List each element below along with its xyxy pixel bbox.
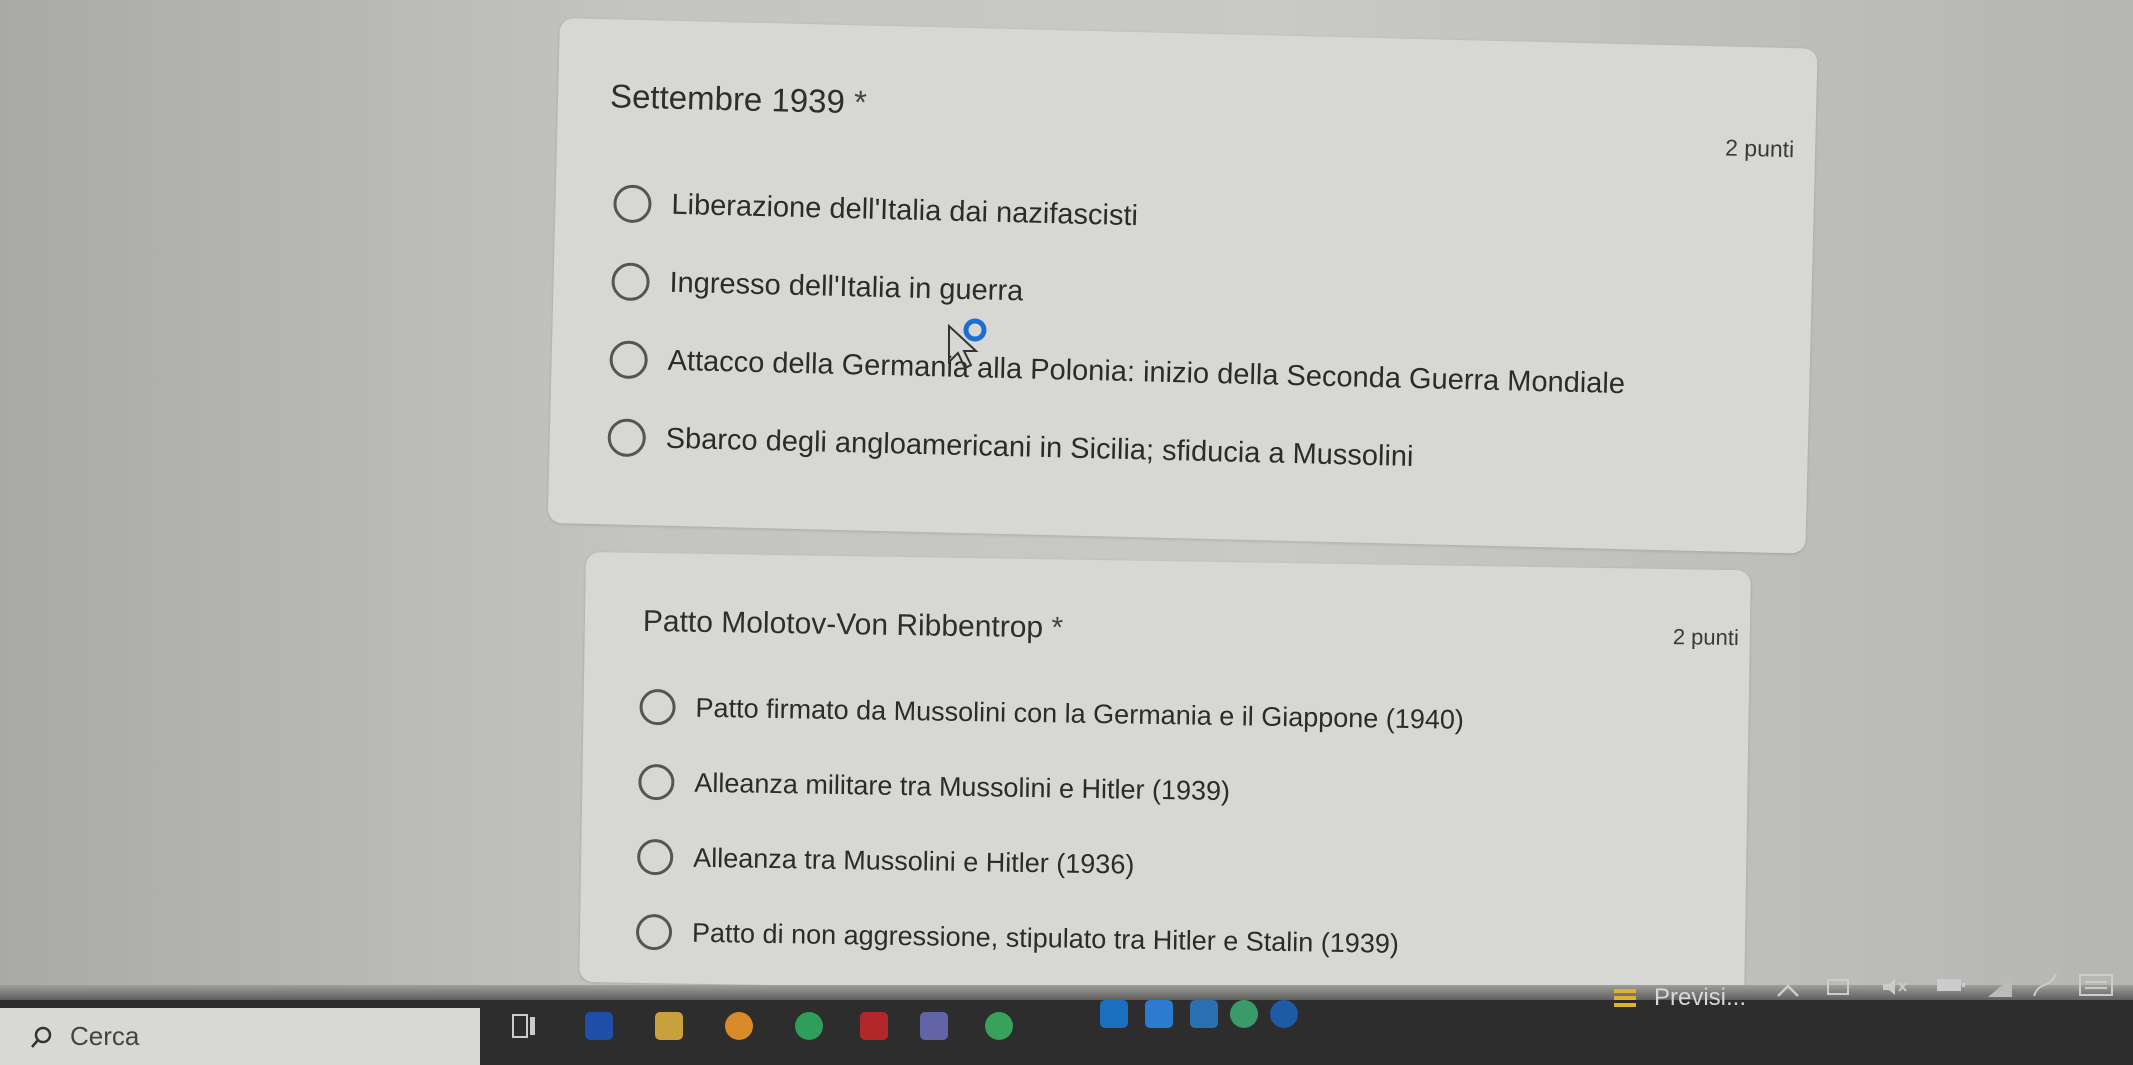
radio-button[interactable] (609, 340, 649, 380)
required-marker: * (853, 83, 868, 121)
radio-button[interactable] (639, 688, 676, 726)
option-ingresso-guerra[interactable]: Ingresso dell'Italia in guerra (611, 262, 1024, 310)
radio-button[interactable] (607, 418, 647, 458)
notifications-icon[interactable] (2078, 972, 2114, 1004)
question-title-text: Patto Molotov-Von Ribbentrop (642, 604, 1044, 645)
battery-icon[interactable] (1935, 975, 1967, 1001)
youtube-icon[interactable] (860, 1012, 888, 1040)
volume-muted-icon[interactable] (1880, 975, 1908, 1005)
teams-icon[interactable] (920, 1012, 948, 1040)
mouse-cursor-icon (945, 318, 1005, 383)
radio-button[interactable] (636, 838, 674, 876)
search-icon (31, 1026, 52, 1048)
wifi-icon[interactable] (1985, 975, 2015, 1007)
option-alleanza-1939[interactable]: Alleanza militare tra Mussolini e Hitler… (638, 763, 1231, 809)
option-label: Ingresso dell'Italia in guerra (669, 266, 1024, 307)
option-attacco-polonia[interactable]: Attacco della Germania alla Polonia: ini… (609, 340, 1625, 403)
radio-button[interactable] (638, 763, 675, 801)
option-patto-non-aggressione[interactable]: Patto di non aggressione, stipulato tra … (635, 913, 1400, 962)
question-title-text: Settembre 1939 (609, 77, 846, 120)
question-points: 2 punti (1724, 134, 1795, 163)
app-green-icon[interactable] (795, 1012, 823, 1040)
question-title: Settembre 1939 * (610, 77, 868, 121)
option-label: Patto firmato da Mussolini con la German… (695, 692, 1465, 735)
weather-icon (1614, 989, 1636, 1007)
app-blue-icon[interactable] (1145, 1000, 1173, 1028)
question-card-1: Settembre 1939 * 2 punti Liberazione del… (547, 18, 1818, 554)
search-label: Cerca (70, 1021, 140, 1051)
option-patto-germania-giappone[interactable]: Patto firmato da Mussolini con la German… (639, 688, 1465, 738)
option-sbarco-sicilia[interactable]: Sbarco degli angloamericani in Sicilia; … (607, 418, 1414, 476)
option-label: Alleanza tra Mussolini e Hitler (1936) (692, 842, 1135, 880)
option-label: Sbarco degli angloamericani in Sicilia; … (665, 422, 1414, 473)
option-label: Alleanza militare tra Mussolini e Hitler… (694, 767, 1231, 806)
weather-widget[interactable]: Previsi... (1610, 983, 1746, 1013)
radio-button[interactable] (611, 262, 651, 302)
chrome-icon[interactable] (985, 1012, 1013, 1040)
edge-icon[interactable] (1230, 1000, 1258, 1028)
weather-label: Previsi... (1654, 984, 1747, 1011)
app-store-icon[interactable] (1190, 1000, 1218, 1028)
required-marker: * (1051, 611, 1064, 645)
app-l-icon[interactable] (585, 1012, 613, 1040)
chevron-up-icon[interactable] (1775, 980, 1801, 1006)
taskbar-search[interactable]: Cerca (0, 1008, 480, 1065)
option-label: Patto di non aggressione, stipulato tra … (691, 917, 1400, 959)
question-card-2: Patto Molotov-Von Ribbentrop * 2 punti P… (579, 552, 1751, 1001)
outlook-icon[interactable] (1100, 1000, 1128, 1028)
browser-icon[interactable] (725, 1012, 753, 1040)
task-view-icon[interactable] (510, 1012, 538, 1040)
option-label: Liberazione dell'Italia dai nazifascisti (671, 188, 1139, 232)
radio-button[interactable] (613, 184, 652, 224)
option-alleanza-1936[interactable]: Alleanza tra Mussolini e Hitler (1936) (636, 838, 1135, 883)
question-points: 2 punti (1672, 624, 1740, 651)
radio-button[interactable] (635, 913, 673, 951)
option-label: Attacco della Germania alla Polonia: ini… (667, 344, 1626, 400)
question-title: Patto Molotov-Von Ribbentrop * (643, 605, 1064, 646)
option-liberazione[interactable]: Liberazione dell'Italia dai nazifascisti (613, 184, 1138, 235)
cortana-icon[interactable] (1270, 1000, 1298, 1028)
pen-icon[interactable] (2030, 970, 2060, 1006)
keyboard-icon[interactable] (1825, 975, 1851, 1007)
file-explorer-icon[interactable] (655, 1012, 683, 1040)
